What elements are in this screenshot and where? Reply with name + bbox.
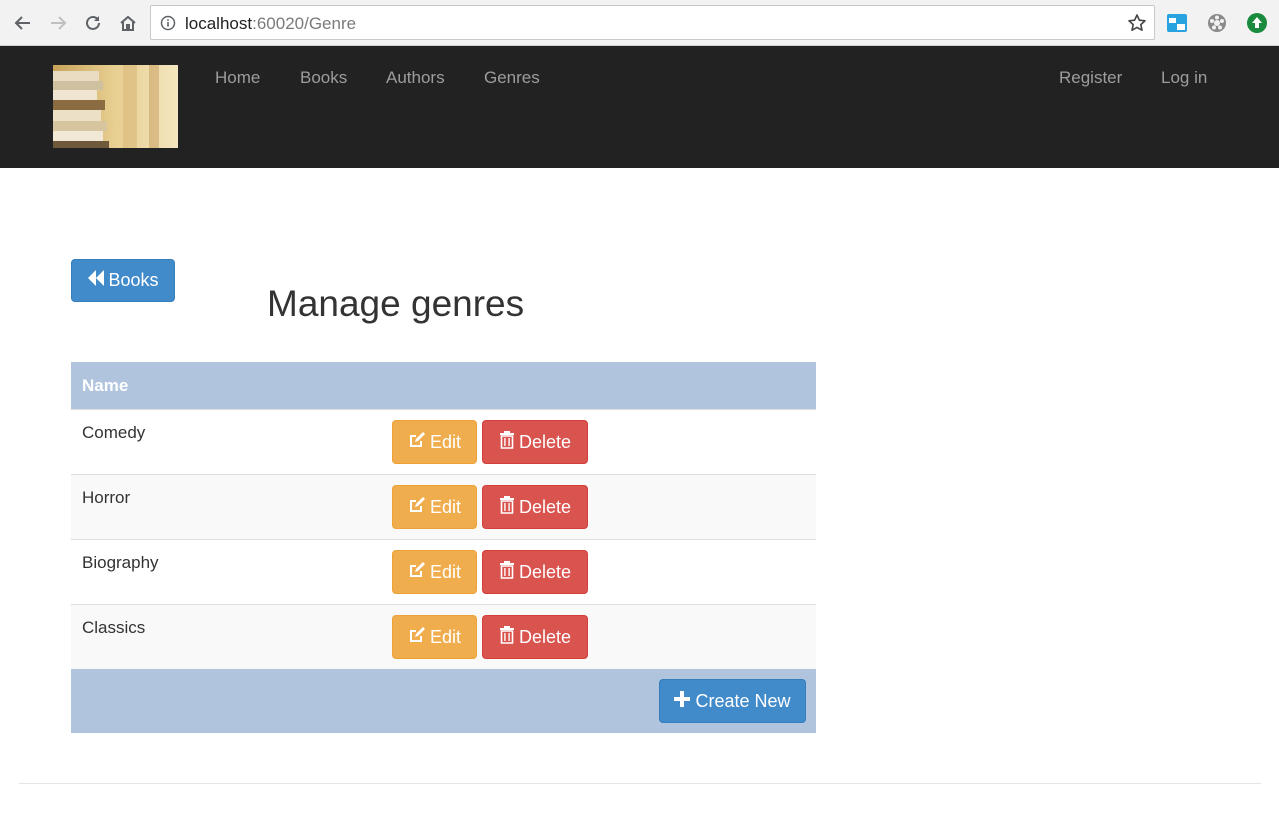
film-reel-extension-icon[interactable] [1206, 12, 1228, 34]
back-button-label: Books [108, 270, 159, 290]
nav-authors[interactable]: Authors [386, 68, 445, 88]
address-bar[interactable]: localhost:60020/Genre [150, 5, 1155, 40]
nav-home[interactable]: Home [215, 68, 260, 88]
delete-button[interactable]: Delete [482, 420, 588, 464]
reload-icon[interactable] [81, 11, 105, 35]
genre-name: Classics [82, 618, 146, 637]
create-new-label: Create New [695, 690, 791, 711]
table-header: Name [71, 362, 816, 409]
edit-button[interactable]: Edit [392, 485, 477, 529]
delete-label: Delete [518, 431, 572, 452]
table-row: Biography Edit Delete [71, 539, 816, 604]
trash-icon [499, 560, 515, 584]
plus-icon [674, 690, 691, 712]
edit-label: Edit [429, 626, 462, 647]
page-title: Manage genres [267, 283, 525, 324]
nav-books[interactable]: Books [300, 68, 347, 88]
bookmark-star-icon[interactable] [1127, 13, 1147, 38]
edit-button[interactable]: Edit [392, 615, 477, 659]
url-text: localhost:60020/Genre [185, 14, 356, 34]
genre-name: Biography [82, 553, 159, 572]
table-row: Horror Edit Delete [71, 474, 816, 539]
nav-login[interactable]: Log in [1161, 68, 1207, 88]
create-new-button[interactable]: Create New [659, 679, 806, 723]
footer-divider [19, 783, 1261, 784]
delete-label: Delete [518, 496, 572, 517]
fast-backward-icon [87, 270, 105, 291]
edit-label: Edit [429, 431, 462, 452]
url-host: localhost [185, 14, 253, 33]
trash-icon [499, 625, 515, 649]
books-logo-image[interactable] [53, 65, 178, 148]
delete-button[interactable]: Delete [482, 615, 588, 659]
back-to-books-button[interactable]: Books [71, 259, 175, 302]
edit-button[interactable]: Edit [392, 550, 477, 594]
edit-icon [408, 561, 426, 584]
home-icon[interactable] [116, 11, 140, 35]
back-arrow-icon[interactable] [11, 11, 35, 35]
delete-button[interactable]: Delete [482, 485, 588, 529]
table-row: Classics Edit Delete [71, 604, 816, 669]
forward-arrow-icon[interactable] [46, 11, 70, 35]
table-footer: Create New [71, 669, 816, 733]
url-path: :60020/Genre [252, 14, 357, 33]
edit-label: Edit [429, 496, 462, 517]
nav-register[interactable]: Register [1059, 68, 1122, 88]
trash-icon [499, 495, 515, 519]
delete-label: Delete [518, 561, 572, 582]
delete-button[interactable]: Delete [482, 550, 588, 594]
info-icon[interactable] [160, 15, 176, 36]
delete-label: Delete [518, 626, 572, 647]
genre-name: Horror [82, 488, 131, 507]
window-extension-icon[interactable] [1166, 12, 1188, 34]
trash-icon [499, 430, 515, 454]
site-navbar: Home Books Authors Genres Register Log i… [0, 46, 1279, 168]
green-upload-extension-icon[interactable] [1246, 12, 1268, 34]
column-header-name: Name [82, 375, 129, 395]
genre-name: Comedy [82, 423, 146, 442]
browser-toolbar: localhost:60020/Genre [0, 0, 1279, 46]
edit-icon [408, 431, 426, 454]
table-row: Comedy Edit Delete [71, 409, 816, 474]
edit-icon [408, 496, 426, 519]
nav-genres[interactable]: Genres [484, 68, 540, 88]
genres-table: Name Comedy Edit Delete Horror Edit Dele… [71, 362, 816, 733]
edit-icon [408, 626, 426, 649]
edit-label: Edit [429, 561, 462, 582]
edit-button[interactable]: Edit [392, 420, 477, 464]
